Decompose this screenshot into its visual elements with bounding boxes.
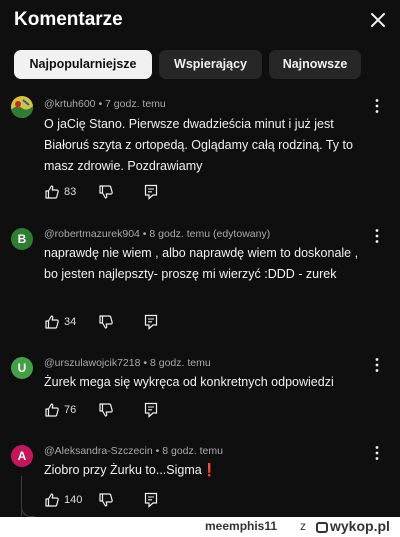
reply-icon[interactable] xyxy=(144,492,158,508)
avatar[interactable]: A xyxy=(11,445,33,467)
comment-time: 8 godz. temu (edytowany) xyxy=(149,228,271,240)
reply-icon[interactable] xyxy=(144,402,158,418)
more-options-icon[interactable] xyxy=(372,357,382,373)
wykop-brand: wykop.pl xyxy=(330,518,390,534)
comment-author[interactable]: @robertmazurek904 xyxy=(44,228,140,240)
footer-username: meemphis11 xyxy=(205,519,278,533)
comment-author[interactable]: @krtuh600 xyxy=(44,98,96,110)
close-icon[interactable] xyxy=(366,8,390,32)
dislike-icon[interactable] xyxy=(98,314,114,330)
comment-time: 8 godz. temu xyxy=(162,445,223,457)
like-icon[interactable] xyxy=(44,492,60,508)
like-count: 34 xyxy=(64,316,77,328)
comment-text: Żurek mega się wykręca od konkretnych od… xyxy=(44,375,334,389)
comment-time: 8 godz. temu xyxy=(149,357,211,369)
avatar-image xyxy=(11,96,33,118)
reply-icon[interactable] xyxy=(144,184,158,200)
comment-meta: @Aleksandra-Szczecin • 8 godz. temu xyxy=(44,445,223,457)
chip-newest[interactable]: Najnowsze xyxy=(269,50,361,79)
footer-z: z xyxy=(300,519,306,533)
comment-meta: @krtuh600 • 7 godz. temu xyxy=(44,98,166,110)
wykop-logo: wykop.pl xyxy=(316,518,390,534)
thread-connector xyxy=(21,503,35,517)
comment-text: O jaCię Stano. Pierwsze dwadzieścia minu… xyxy=(44,117,353,173)
more-options-icon[interactable] xyxy=(372,445,382,461)
reply-icon[interactable] xyxy=(144,314,158,330)
like-icon[interactable] xyxy=(44,314,60,330)
like-count: 140 xyxy=(64,494,83,506)
dislike-icon[interactable] xyxy=(98,402,114,418)
avatar[interactable]: U xyxy=(11,357,33,379)
comments-header: Komentarze xyxy=(0,0,400,44)
dislike-icon[interactable] xyxy=(98,492,114,508)
comment-time: 7 godz. temu xyxy=(105,98,166,110)
comment-author[interactable]: @Aleksandra-Szczecin xyxy=(44,445,153,457)
comment-author[interactable]: @urszulawojcik7218 xyxy=(44,357,140,369)
watermark-bar: meemphis11 z wykop.pl xyxy=(0,517,400,537)
page-title: Komentarze xyxy=(14,9,123,30)
chip-most-popular[interactable]: Najpopularniejsze xyxy=(14,50,152,79)
like-icon[interactable] xyxy=(44,402,60,418)
comment-text: Ziobro przy Żurku to...Sigma❗ xyxy=(44,463,218,477)
comment-text: naprawdę nie wiem , albo naprawdę wiem t… xyxy=(44,246,359,281)
avatar[interactable] xyxy=(11,96,33,118)
like-count: 76 xyxy=(64,404,77,416)
like-count: 83 xyxy=(64,186,77,198)
avatar[interactable]: B xyxy=(11,228,33,250)
more-options-icon[interactable] xyxy=(372,228,382,244)
like-icon[interactable] xyxy=(44,184,60,200)
comment-meta: @robertmazurek904 • 8 godz. temu (edytow… xyxy=(44,228,271,240)
wykop-logo-icon xyxy=(316,522,328,533)
more-options-icon[interactable] xyxy=(372,98,382,114)
comment-meta: @urszulawojcik7218 • 8 godz. temu xyxy=(44,357,211,369)
chip-supporting[interactable]: Wspierający xyxy=(159,50,262,79)
dislike-icon[interactable] xyxy=(98,184,114,200)
